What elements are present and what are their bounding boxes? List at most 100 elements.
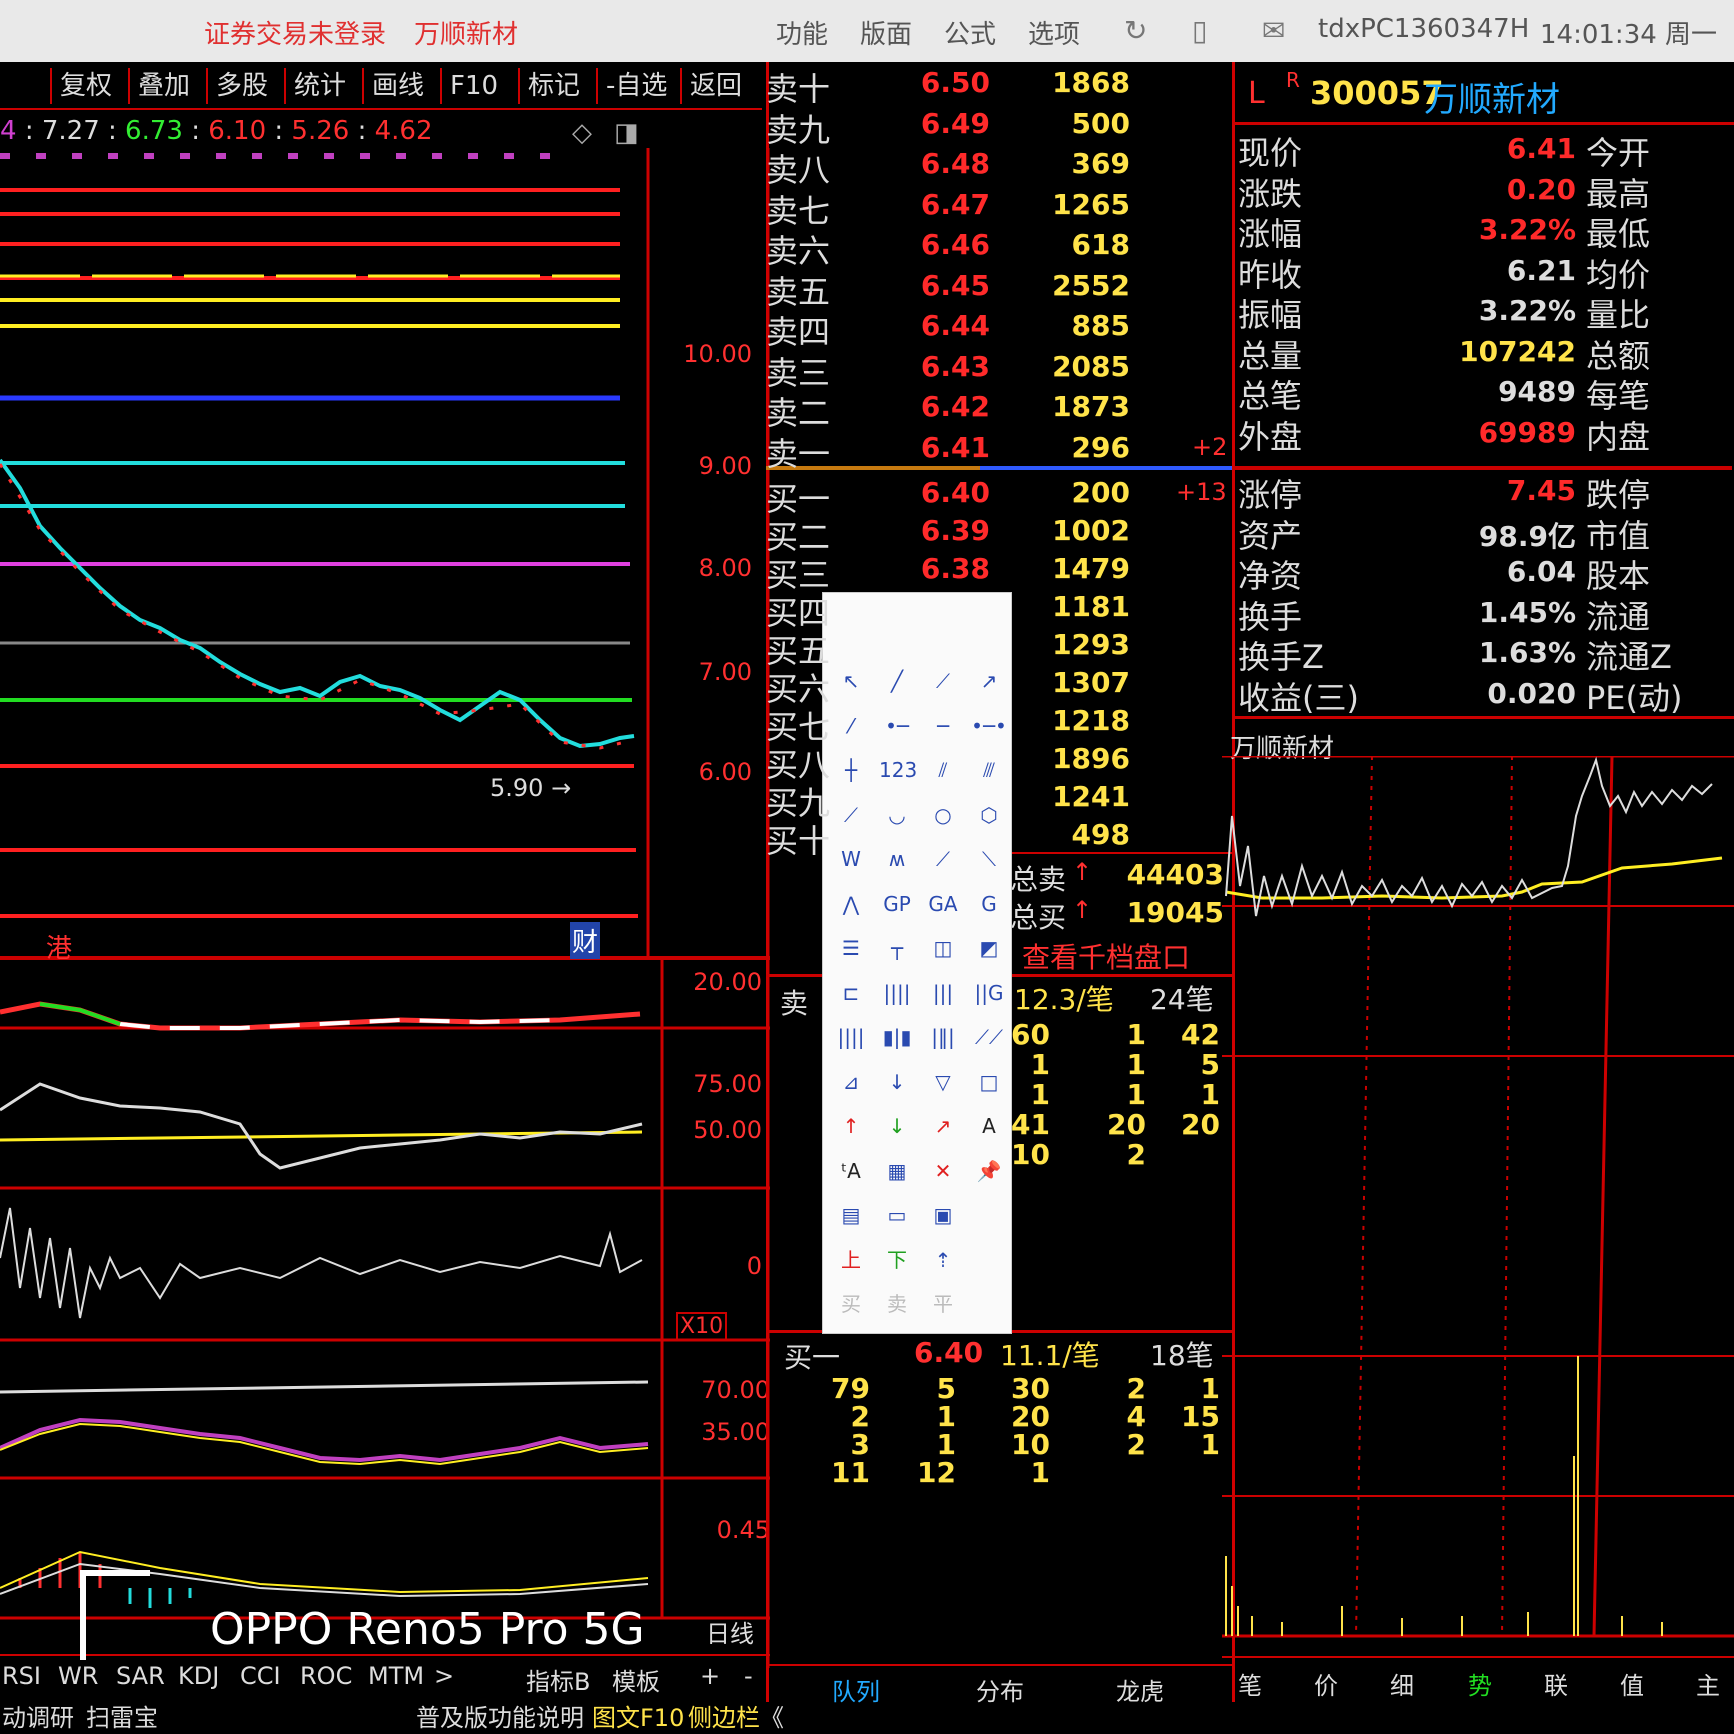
zoom-in-button[interactable]: + (700, 1662, 720, 1690)
button-draw-line[interactable]: 画线 (362, 68, 432, 104)
tab-detail[interactable]: 细 (1390, 1666, 1414, 1701)
tool-wave-m-icon[interactable]: ʍ (879, 843, 915, 875)
tab-ticks[interactable]: 笔 (1238, 1666, 1262, 1701)
menu-layout[interactable]: 版面 (860, 14, 912, 51)
menu-options[interactable]: 选项 (1028, 14, 1080, 51)
badge-finance[interactable]: 财 (570, 922, 601, 959)
link-sidebar[interactable]: 侧边栏 (688, 1698, 760, 1733)
tool-卖-icon[interactable]: 卖 (879, 1288, 915, 1320)
mail-icon[interactable]: ✉ (1262, 14, 1285, 47)
tool-up-arrow-icon[interactable]: ↑ (833, 1110, 869, 1142)
tab-value[interactable]: 值 (1620, 1666, 1644, 1701)
ask-price[interactable]: 6.42 (900, 390, 990, 423)
tab-wr[interactable]: WR (58, 1662, 98, 1690)
tool-note-icon[interactable]: ▤ (833, 1199, 869, 1231)
tab-mtm[interactable]: MTM (368, 1662, 424, 1690)
tab-more[interactable]: > (434, 1662, 454, 1690)
tab-kdj[interactable]: KDJ (178, 1662, 219, 1690)
tool-polygon-icon[interactable]: ⬡ (971, 799, 1007, 831)
tab-cci[interactable]: CCI (240, 1662, 281, 1690)
tool-fib-h-icon[interactable]: ☰ (833, 932, 869, 964)
button-mark[interactable]: 标记 (518, 68, 588, 104)
tool-parallel-b-icon[interactable]: ⫻ (971, 754, 1007, 786)
phone-icon[interactable]: ▯ (1192, 14, 1207, 47)
tab-linked[interactable]: 联 (1544, 1666, 1568, 1701)
tool-wave-down-icon[interactable]: ⟍ (971, 843, 1007, 875)
tool-mark-icon[interactable]: ⇡ (925, 1244, 961, 1276)
button-overlay[interactable]: 叠加 (128, 68, 198, 104)
tool-GA-icon[interactable]: GA (925, 888, 961, 920)
button-fuquan[interactable]: 复权 (50, 68, 120, 104)
tool-mountain-icon[interactable]: ⋀ (833, 888, 869, 920)
minute-chart[interactable] (1222, 756, 1734, 1656)
tab-roc[interactable]: ROC (300, 1662, 352, 1690)
tool-上-icon[interactable]: 上 (833, 1244, 869, 1276)
tool-speed-lines-icon[interactable]: ⟋⟋ (971, 1021, 1007, 1053)
refresh-icon[interactable]: ↻ (1124, 14, 1147, 47)
tool-dot-line-icon[interactable]: •─ (879, 710, 915, 742)
tab-main[interactable]: 主 (1696, 1666, 1720, 1701)
tab-dragon-tiger[interactable]: 龙虎 (1116, 1672, 1164, 1707)
tool-bars-3-icon[interactable]: ||| (925, 977, 961, 1009)
tab-distribution[interactable]: 分布 (976, 1672, 1024, 1707)
tool-segment-icon[interactable]: ⁄ (833, 710, 869, 742)
zoom-out-button[interactable]: - (744, 1662, 753, 1690)
tool-GP-icon[interactable]: GP (879, 888, 915, 920)
bid-price[interactable]: 6.38 (900, 552, 990, 585)
tool-bars-4-icon[interactable]: |||| (879, 977, 915, 1009)
tool-下-icon[interactable]: 下 (879, 1244, 915, 1276)
tool-bars-many-icon[interactable]: |||| (833, 1021, 869, 1053)
kline-chart[interactable] (0, 148, 770, 1678)
ask-price[interactable]: 6.44 (900, 309, 990, 342)
tool-line-icon[interactable]: ╱ (879, 665, 915, 697)
tool-delete-x-icon[interactable]: ✕ (925, 1155, 961, 1187)
link-minesweeper[interactable]: 扫雷宝 (86, 1698, 158, 1733)
tool-G-icon[interactable]: G (971, 888, 1007, 920)
button-statistics[interactable]: 统计 (284, 68, 354, 104)
tool-A-icon[interactable]: A (971, 1110, 1007, 1142)
tool-平-icon[interactable]: 平 (925, 1288, 961, 1320)
tool-down-arrow-icon[interactable]: ↓ (879, 1110, 915, 1142)
tool-triangle-icon[interactable]: ▽ (925, 1066, 961, 1098)
tab-indicator-b[interactable]: 指标B (526, 1662, 590, 1697)
tool-cursor-arrow-icon[interactable]: ↖ (833, 665, 869, 697)
tool-fan-left-icon[interactable]: ◫ (925, 932, 961, 964)
tool-wave-w-icon[interactable]: W (833, 843, 869, 875)
button-watchlist[interactable]: -自选 (596, 68, 675, 104)
tool-pin-icon[interactable]: 📌 (971, 1155, 1007, 1187)
view-depth-link[interactable]: 查看千档盘口 (1022, 936, 1190, 976)
tab-template[interactable]: 模板 (612, 1662, 660, 1697)
tool-fib-t-icon[interactable]: ┬ (879, 932, 915, 964)
menu-formula[interactable]: 公式 (944, 14, 996, 51)
tool-gray-box-icon[interactable]: ▦ (879, 1155, 915, 1187)
tab-queue[interactable]: 队列 (832, 1672, 880, 1707)
tool-arrow-line-icon[interactable]: ↗ (971, 665, 1007, 697)
tab-rsi[interactable]: RSI (2, 1662, 41, 1690)
tool-123-icon[interactable]: 123 (879, 754, 917, 786)
bid-price[interactable]: 6.39 (900, 514, 990, 547)
panel-toggle-icon[interactable]: ◨ (614, 118, 639, 148)
tool-bars-grid-icon[interactable]: |‖| (925, 1021, 961, 1053)
tool-text-A-icon[interactable]: ᵗA (833, 1155, 869, 1187)
tool-ray-icon[interactable]: ⟋ (925, 665, 961, 697)
diamond-icon[interactable]: ◇ (572, 118, 592, 148)
tool-买-icon[interactable]: 买 (833, 1288, 869, 1320)
tab-sar[interactable]: SAR (116, 1662, 165, 1690)
link-f10[interactable]: 图文F10 (592, 1698, 684, 1733)
ask-price[interactable]: 6.48 (900, 147, 990, 180)
tab-price[interactable]: 价 (1314, 1666, 1338, 1701)
tool-image-icon[interactable]: ▣ (925, 1199, 961, 1231)
link-help[interactable]: 普及版功能说明 (416, 1698, 584, 1733)
tool-horizontal-ray-icon[interactable]: ─ (925, 710, 961, 742)
ask-price[interactable]: 6.50 (900, 66, 990, 99)
button-f10[interactable]: F10 (440, 68, 506, 104)
button-multi-stock[interactable]: 多股 (206, 68, 276, 104)
ask-price[interactable]: 6.43 (900, 350, 990, 383)
bid-price[interactable]: 6.40 (900, 476, 990, 509)
tool-bars-blue-icon[interactable]: ▮|▮ (879, 1021, 915, 1053)
period-label[interactable]: 日线 (706, 1614, 754, 1649)
link-research[interactable]: 动调研 (2, 1698, 74, 1733)
tool-dot-segment-icon[interactable]: •─• (971, 710, 1007, 742)
tool-slant-icon[interactable]: ⟋ (833, 799, 869, 831)
login-status[interactable]: 证券交易未登录 (204, 14, 386, 51)
